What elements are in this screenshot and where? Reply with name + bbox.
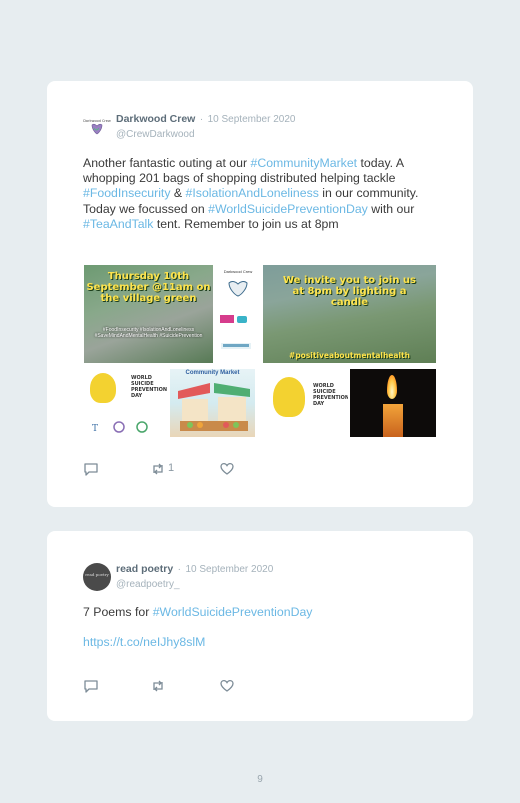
- tweet-actions: [83, 678, 283, 694]
- retweet-icon: [153, 463, 163, 475]
- tweet-media-grid: Thursday 10th September @11am on the vil…: [84, 265, 436, 437]
- retweet-count: 1: [168, 462, 175, 474]
- partner-logos-icon: [220, 280, 251, 349]
- media-image-village-green[interactable]: Thursday 10th September @11am on the vil…: [84, 265, 213, 363]
- hashtag-link[interactable]: #CommunityMarket: [250, 156, 357, 170]
- image-hashtags: #FoodInsecurity #IsolationAndLoneliness …: [94, 327, 203, 339]
- hashtag-link[interactable]: #TeaAndTalk: [83, 217, 153, 231]
- reply-icon: [84, 463, 98, 476]
- tweet-link[interactable]: https://t.co/neIJhy8slM: [83, 635, 443, 650]
- media-image-lighting-candle[interactable]: We invite you to join us at 8pm by light…: [263, 265, 436, 363]
- author-handle[interactable]: @readpoetry_: [116, 579, 273, 590]
- image-hashtag: #positiveaboutmentalhealth: [289, 351, 410, 360]
- page-number: 9: [257, 774, 263, 785]
- svg-text:T: T: [92, 424, 98, 434]
- author-handle[interactable]: @CrewDarkwood: [116, 129, 295, 140]
- text-part: with our: [367, 201, 415, 216]
- avatar[interactable]: read poetry: [83, 563, 111, 591]
- retweet-button[interactable]: [150, 678, 166, 694]
- avatar-text: read poetry: [85, 572, 109, 577]
- darkwood-logo-icon: Darkwood Crew: [83, 119, 111, 135]
- media-image-community-market[interactable]: Community Market: [170, 369, 255, 437]
- yellow-ribbon-icon: [273, 377, 305, 417]
- media-image-wspd[interactable]: WORLD SUICIDE PREVENTION DAY: [263, 369, 348, 437]
- wspd-text: WORLD SUICIDE PREVENTION DAY: [131, 375, 168, 399]
- like-icon: [220, 679, 234, 692]
- media-image-wspd-logos[interactable]: WORLD SUICIDE PREVENTION DAY T: [84, 369, 169, 437]
- tweet-actions: 1: [83, 461, 283, 477]
- hashtag-link[interactable]: #WorldSuicidePreventionDay: [208, 202, 368, 216]
- partner-logos-icon: T: [92, 421, 148, 434]
- separator-dot: ·: [177, 564, 181, 575]
- text-part: Another fantastic outing at our: [83, 156, 251, 170]
- candle-flame-icon: [387, 375, 397, 399]
- hashtag-link[interactable]: #WorldSuicidePreventionDay: [153, 605, 313, 619]
- text-part: tent. Remember to join us at 8pm: [153, 216, 339, 231]
- separator-dot: ·: [199, 114, 204, 125]
- tweet-card-1: Darkwood Crew Darkwood Crew · 10 Septemb…: [47, 81, 473, 507]
- reply-button[interactable]: [83, 678, 99, 694]
- image-caption: We invite you to join us at 8pm by light…: [283, 275, 416, 308]
- like-icon: [220, 462, 234, 475]
- author-name[interactable]: read poetry: [116, 563, 173, 575]
- hashtag-link[interactable]: #FoodInsecurity: [83, 186, 171, 200]
- svg-text:Darkwood Crew: Darkwood Crew: [83, 119, 111, 123]
- reply-icon: [84, 680, 98, 693]
- market-stalls-icon: [178, 383, 250, 431]
- tweet-text: Another fantastic outing at our #Communi…: [83, 156, 443, 232]
- post-date[interactable]: 10 September 2020: [185, 564, 273, 575]
- yellow-ribbon-icon: [90, 373, 116, 403]
- text-part: &: [170, 186, 186, 201]
- text-part: 7 Poems for: [83, 605, 153, 619]
- media-image-candle[interactable]: [350, 369, 436, 437]
- like-button[interactable]: [219, 678, 235, 694]
- avatar[interactable]: Darkwood Crew: [83, 113, 111, 141]
- reply-button[interactable]: [83, 461, 99, 477]
- post-date[interactable]: 10 September 2020: [208, 114, 296, 125]
- hashtag-link[interactable]: #IsolationAndLoneliness: [186, 186, 319, 200]
- tweet-card-2: read poetry read poetry · 10 September 2…: [47, 531, 473, 721]
- author-name[interactable]: Darkwood Crew: [116, 113, 195, 125]
- candle-icon: [383, 404, 403, 437]
- retweet-icon: [153, 680, 163, 692]
- like-button[interactable]: [219, 461, 235, 477]
- tweet-text: 7 Poems for #WorldSuicidePreventionDay: [83, 605, 443, 620]
- wspd-text: WORLD SUICIDE PREVENTION DAY: [313, 383, 348, 407]
- media-image-logos[interactable]: Darkwood Crew: [215, 265, 261, 363]
- retweet-button[interactable]: 1: [150, 461, 190, 477]
- image-caption: Thursday 10th September @11am on the vil…: [86, 271, 211, 304]
